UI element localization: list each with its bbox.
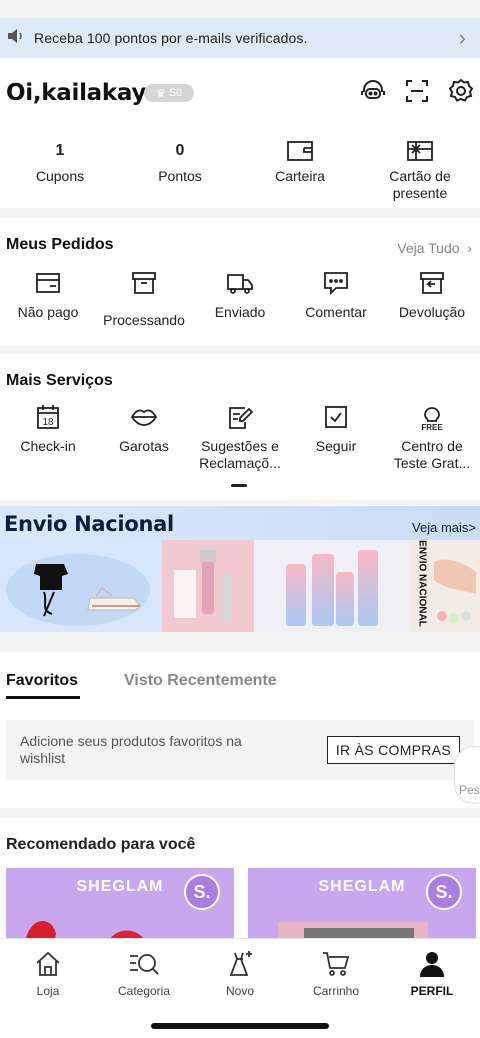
banner-see-more[interactable]: Veja mais> (412, 520, 476, 535)
chevron-right-icon: › (458, 25, 466, 50)
recommended-title: Recomendado para você (6, 836, 196, 853)
processing-icon (96, 270, 192, 296)
national-shipping-banner[interactable]: Envio Nacional Veja mais> ENVIO NACIONAL (0, 506, 480, 632)
banner-tile-clothing[interactable] (0, 540, 162, 632)
go-shopping-button[interactable]: IR ÀS COMPRAS (326, 736, 460, 764)
free-badge: FREE (421, 423, 443, 431)
service-follow[interactable]: Seguir (288, 404, 384, 472)
product-card[interactable]: SHEGLAM S. (248, 868, 476, 948)
order-processing[interactable]: Processando (96, 270, 192, 329)
free-trial-icon: FREE (384, 404, 480, 431)
tab-profile-label: PERFIL (410, 984, 454, 998)
service-feedback[interactable]: Sugestões e Reclamaçõ... (192, 404, 288, 472)
order-processing-label: Processando (103, 312, 185, 328)
speaker-icon (6, 26, 26, 51)
level-label: S0 (168, 87, 183, 99)
order-return-label: Devolução (398, 304, 466, 320)
tab-new-label: Novo (225, 984, 254, 998)
services-title: Mais Serviços (6, 372, 113, 389)
wishlist-empty-card: Adicione seus produtos favoritos na wish… (6, 720, 474, 780)
service-free-trial[interactable]: FREE Centro de Teste Grat... (384, 404, 480, 472)
order-shipped[interactable]: Enviado (192, 270, 288, 329)
favorites-section: Favoritos Visto Recentemente Adicione se… (0, 652, 480, 808)
product-image (278, 922, 428, 948)
floating-assistant-label: Pes (459, 783, 480, 797)
greeting: Oi,kailakayc (6, 80, 160, 106)
gift-card-stat[interactable]: Cartão de presente (360, 140, 480, 202)
tab-shop[interactable]: Loja (0, 939, 96, 1038)
banner-tile-perfume[interactable] (162, 540, 254, 632)
coupons-label: Cupons (35, 168, 85, 184)
see-all-label: Veja Tudo (397, 240, 460, 256)
service-girls[interactable]: Garotas (96, 404, 192, 472)
order-comment-label: Comentar (305, 304, 367, 320)
gift-card-icon (360, 140, 480, 162)
home-indicator[interactable] (151, 1023, 329, 1029)
service-check-in[interactable]: 18 Check-in (0, 404, 96, 472)
tab-profile[interactable]: PERFIL (384, 939, 480, 1038)
order-shipped-label: Enviado (214, 304, 266, 320)
order-unpaid-label: Não pago (17, 304, 79, 320)
service-follow-label: Seguir (315, 438, 357, 454)
unpaid-icon (0, 270, 96, 296)
scan-icon[interactable] (404, 78, 430, 104)
crown-icon: ♛ (155, 87, 166, 100)
truck-icon (192, 270, 288, 296)
points-count: 0 (175, 142, 185, 159)
coupons-count: 1 (55, 142, 65, 159)
profile-icon (384, 949, 480, 979)
profile-header: Oi,kailakayc ♛ S0 1 Cupons 0 Pontos Cart… (0, 58, 480, 208)
points-label: Pontos (158, 168, 202, 184)
orders-title: Meus Pedidos (6, 236, 114, 253)
order-comment[interactable]: Comentar (288, 270, 384, 329)
return-icon (384, 270, 480, 296)
order-unpaid[interactable]: Não pago (0, 270, 96, 329)
lips-icon (96, 404, 192, 430)
floating-assistant[interactable]: Pes (454, 746, 480, 804)
banner-title: Envio Nacional (4, 512, 174, 536)
tab-cart-label: Carrinho (312, 984, 360, 998)
feedback-icon (192, 404, 288, 430)
home-icon (0, 949, 96, 979)
service-girls-label: Garotas (119, 438, 169, 454)
recommended-section: Recomendado para você SHEGLAM S. SHEGLAM… (0, 818, 480, 948)
chevron-right-icon: › (463, 240, 472, 256)
see-all-link[interactable]: Veja Tudo › (397, 240, 472, 256)
gift-card-label: Cartão de presente (389, 168, 451, 201)
banner-tile-side[interactable]: ENVIO NACIONAL (410, 540, 480, 632)
calendar-day: 18 (42, 417, 54, 428)
calendar-icon: 18 (0, 404, 96, 430)
support-headset-icon[interactable] (360, 78, 386, 104)
product-card[interactable]: SHEGLAM S. (6, 868, 234, 948)
settings-gear-icon[interactable] (448, 78, 474, 104)
new-dress-icon (192, 949, 288, 979)
service-feedback-label: Sugestões e Reclamaçõ... (199, 438, 281, 471)
more-services-section: Mais Serviços 18 Check-in Garotas Sugest… (0, 354, 480, 500)
service-free-trial-label: Centro de Teste Grat... (393, 438, 471, 471)
wallet-stat[interactable]: Carteira (240, 140, 360, 202)
service-check-in-label: Check-in (20, 438, 76, 454)
points-stat[interactable]: 0 Pontos (120, 140, 240, 202)
tab-category-label: Categoria (117, 984, 171, 998)
order-return[interactable]: Devolução (384, 270, 480, 329)
notice-bar[interactable]: Receba 100 pontos por e-mails verificado… (0, 18, 480, 58)
coupons-stat[interactable]: 1 Cupons (0, 140, 120, 202)
tab-recently-viewed[interactable]: Visto Recentemente (124, 672, 277, 690)
active-tab-indicator (6, 696, 80, 699)
follow-icon (288, 404, 384, 430)
cart-icon (288, 949, 384, 979)
tab-shop-label: Loja (36, 984, 60, 998)
tab-favorites[interactable]: Favoritos (6, 672, 78, 690)
category-search-icon (96, 949, 192, 979)
wallet-icon (240, 140, 360, 162)
level-badge[interactable]: ♛ S0 (144, 84, 194, 102)
wallet-label: Carteira (275, 168, 325, 184)
product-image (26, 920, 146, 948)
comment-icon (288, 270, 384, 296)
wishlist-empty-text: Adicione seus produtos favoritos na wish… (20, 733, 242, 766)
my-orders-section: Meus Pedidos Veja Tudo › Não pago Proces… (0, 218, 480, 346)
notice-message: Receba 100 pontos por e-mails verificado… (34, 30, 308, 46)
banner-tile-bottles[interactable] (254, 540, 410, 632)
pager-indicator (231, 484, 247, 487)
